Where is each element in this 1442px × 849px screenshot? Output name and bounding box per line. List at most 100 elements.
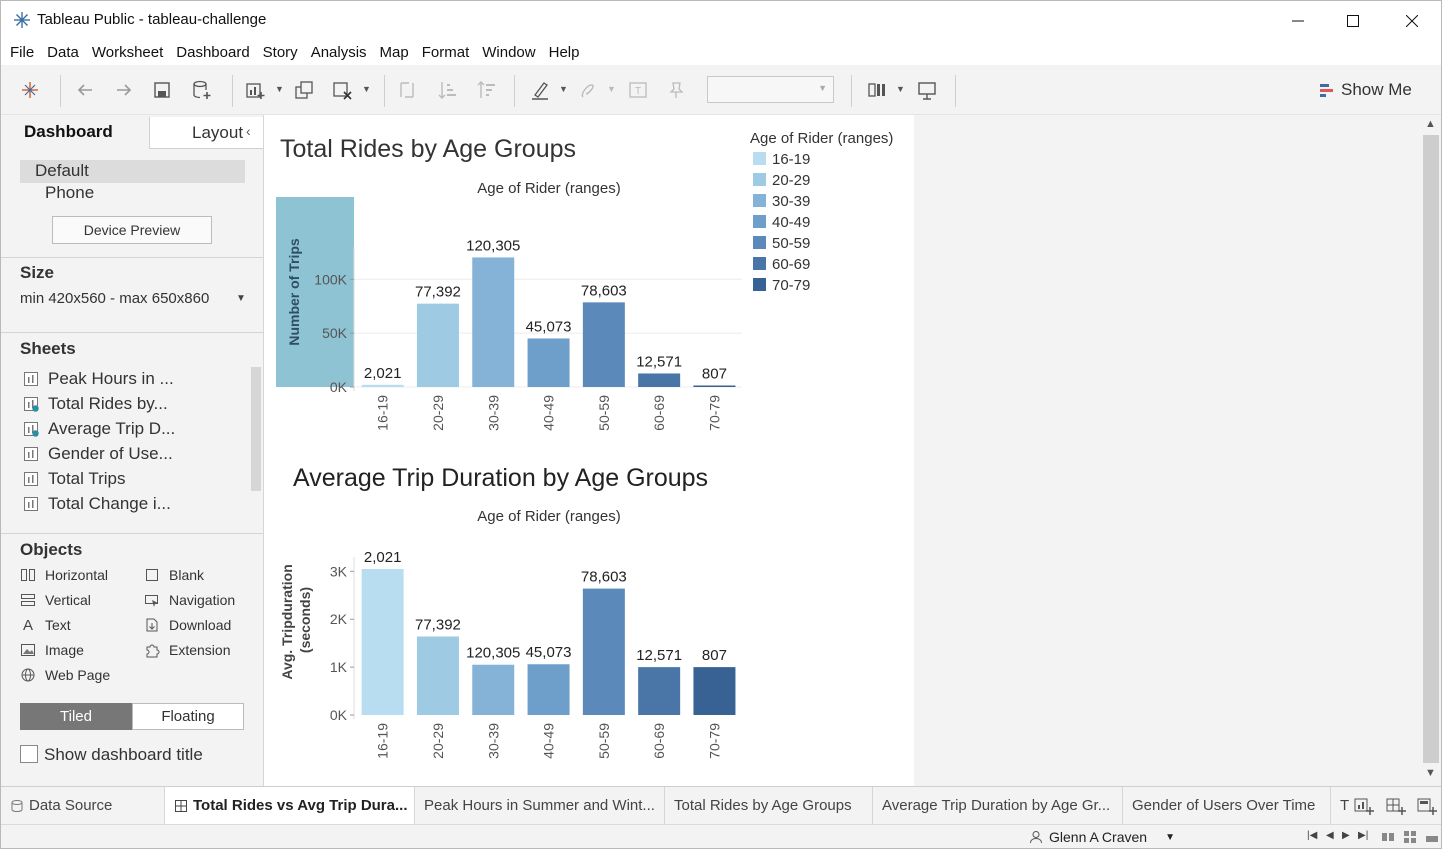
duplicate-sheet-icon[interactable] bbox=[293, 79, 315, 101]
c2-bar-50-59[interactable] bbox=[582, 588, 625, 715]
sheet-item[interactable]: Gender of Use... bbox=[23, 443, 173, 465]
menu-dashboard[interactable]: Dashboard bbox=[176, 44, 249, 61]
pin-icon[interactable] bbox=[665, 79, 687, 101]
undo-icon[interactable] bbox=[74, 79, 96, 101]
sheet-item[interactable]: Peak Hours in ... bbox=[23, 368, 174, 390]
c2-bar-60-69[interactable] bbox=[638, 667, 681, 715]
show-sheet-sorter-icon[interactable] bbox=[1403, 830, 1417, 844]
prev-sheet-icon[interactable]: ◀ bbox=[1326, 830, 1334, 841]
show-me-button[interactable]: Show Me bbox=[1319, 79, 1412, 101]
legend-item[interactable]: 30-39 bbox=[753, 193, 810, 210]
fit-dropdown[interactable]: ▼ bbox=[707, 76, 834, 103]
c1-bar-30-39[interactable] bbox=[472, 257, 515, 387]
save-icon[interactable] bbox=[151, 79, 173, 101]
clear-dropdown-icon[interactable]: ▼ bbox=[362, 84, 371, 94]
sheet-item[interactable]: Total Rides by... bbox=[23, 393, 168, 415]
new-dashboard-tab-icon[interactable] bbox=[1385, 796, 1407, 816]
c1-bar-40-49[interactable] bbox=[527, 338, 570, 387]
menu-data[interactable]: Data bbox=[47, 44, 79, 61]
device-phone[interactable]: Phone bbox=[45, 183, 94, 203]
menu-window[interactable]: Window bbox=[482, 44, 535, 61]
clear-sheet-icon[interactable] bbox=[331, 79, 353, 101]
show-tabs-icon[interactable] bbox=[1425, 830, 1439, 844]
c1-bar-50-59[interactable] bbox=[582, 302, 625, 387]
tab-peak-hours[interactable]: Peak Hours in Summer and Wint... bbox=[415, 787, 665, 824]
show-filmstrip-icon[interactable] bbox=[1381, 830, 1395, 844]
scroll-up-icon[interactable]: ▲ bbox=[1425, 118, 1436, 130]
legend-item[interactable]: 60-69 bbox=[753, 256, 810, 273]
c1-bar-60-69[interactable] bbox=[638, 373, 681, 387]
c2-bar-70-79[interactable] bbox=[693, 667, 736, 715]
object-web-page[interactable]: Web Page bbox=[20, 665, 110, 685]
collapse-panel-icon[interactable]: ‹ bbox=[246, 123, 251, 139]
legend-item[interactable]: 50-59 bbox=[753, 235, 810, 252]
c2-bar-40-49[interactable] bbox=[527, 664, 570, 715]
object-vertical[interactable]: Vertical bbox=[20, 590, 91, 610]
c2-bar-30-39[interactable] bbox=[472, 664, 515, 715]
user-menu[interactable]: Glenn A Craven ▼ bbox=[1029, 829, 1175, 845]
menu-worksheet[interactable]: Worksheet bbox=[92, 44, 163, 61]
scroll-down-icon[interactable]: ▼ bbox=[1425, 767, 1436, 779]
floating-toggle[interactable]: Floating bbox=[132, 703, 244, 730]
device-default[interactable]: Default bbox=[20, 160, 245, 183]
presentation-mode-icon[interactable] bbox=[916, 79, 938, 101]
menu-file[interactable]: File bbox=[10, 44, 34, 61]
group-dropdown-icon[interactable]: ▼ bbox=[607, 84, 616, 94]
close-button[interactable] bbox=[1389, 7, 1435, 35]
tab-gender-of-users[interactable]: Gender of Users Over Time bbox=[1123, 787, 1331, 824]
sheet-item[interactable]: Total Trips bbox=[23, 468, 125, 490]
scrollbar-thumb[interactable] bbox=[1423, 135, 1439, 763]
legend-item[interactable]: 70-79 bbox=[753, 277, 810, 294]
sheets-scrollbar[interactable] bbox=[251, 367, 261, 491]
swap-icon[interactable] bbox=[396, 79, 418, 101]
tab-total-rides-vs-avg-trip[interactable]: Total Rides vs Avg Trip Dura... bbox=[165, 787, 415, 824]
legend-item[interactable]: 16-19 bbox=[753, 151, 810, 168]
next-sheet-icon[interactable]: ▶ bbox=[1342, 830, 1350, 841]
new-worksheet-tab-icon[interactable] bbox=[1353, 796, 1375, 816]
tab-data-source[interactable]: Data Source bbox=[1, 787, 165, 824]
show-mark-labels-icon[interactable]: T bbox=[627, 79, 649, 101]
c1-bar-16-19[interactable] bbox=[361, 384, 404, 387]
object-navigation[interactable]: Navigation bbox=[144, 590, 235, 610]
maximize-button[interactable] bbox=[1330, 7, 1376, 35]
show-cards-icon[interactable] bbox=[867, 79, 889, 101]
menu-help[interactable]: Help bbox=[549, 44, 580, 61]
device-preview-button[interactable]: Device Preview bbox=[52, 216, 212, 244]
minimize-button[interactable] bbox=[1275, 7, 1321, 35]
tableau-start-icon[interactable] bbox=[19, 79, 41, 101]
group-members-icon[interactable] bbox=[576, 79, 598, 101]
sheet-item[interactable]: Average Trip D... bbox=[23, 418, 175, 440]
sort-ascending-icon[interactable] bbox=[436, 79, 458, 101]
menu-analysis[interactable]: Analysis bbox=[311, 44, 367, 61]
sort-descending-icon[interactable] bbox=[475, 79, 497, 101]
first-sheet-icon[interactable]: |◀ bbox=[1307, 830, 1317, 841]
show-dashboard-title-checkbox[interactable] bbox=[20, 745, 38, 763]
c1-bar-20-29[interactable] bbox=[416, 303, 459, 387]
c2-bar-16-19[interactable] bbox=[361, 568, 404, 715]
legend-item[interactable]: 40-49 bbox=[753, 214, 810, 231]
show-cards-dropdown-icon[interactable]: ▼ bbox=[896, 84, 905, 94]
object-download[interactable]: Download bbox=[144, 615, 231, 635]
c1-bar-70-79[interactable] bbox=[693, 385, 736, 388]
redo-icon[interactable] bbox=[113, 79, 135, 101]
canvas-vertical-scrollbar[interactable]: ▲ ▼ bbox=[1421, 115, 1441, 786]
object-horizontal[interactable]: Horizontal bbox=[20, 565, 108, 585]
size-dropdown[interactable]: min 420x560 - max 650x860 bbox=[20, 290, 209, 307]
size-dropdown-arrow-icon[interactable]: ▼ bbox=[236, 293, 246, 304]
object-text[interactable]: A Text bbox=[20, 615, 71, 635]
new-story-tab-icon[interactable] bbox=[1416, 796, 1438, 816]
c2-bar-20-29[interactable] bbox=[416, 636, 459, 715]
tab-dashboard[interactable]: Dashboard bbox=[1, 115, 149, 149]
object-blank[interactable]: Blank bbox=[144, 565, 204, 585]
menu-story[interactable]: Story bbox=[263, 44, 298, 61]
highlight-dropdown-icon[interactable]: ▼ bbox=[559, 84, 568, 94]
last-sheet-icon[interactable]: ▶| bbox=[1358, 830, 1368, 841]
new-data-source-icon[interactable] bbox=[191, 79, 213, 101]
object-image[interactable]: Image bbox=[20, 640, 84, 660]
tab-average-trip-duration[interactable]: Average Trip Duration by Age Gr... bbox=[873, 787, 1123, 824]
tiled-toggle[interactable]: Tiled bbox=[20, 703, 132, 730]
legend-item[interactable]: 20-29 bbox=[753, 172, 810, 189]
tab-truncated[interactable]: T bbox=[1331, 787, 1353, 824]
menu-format[interactable]: Format bbox=[422, 44, 470, 61]
object-extension[interactable]: Extension bbox=[144, 640, 230, 660]
